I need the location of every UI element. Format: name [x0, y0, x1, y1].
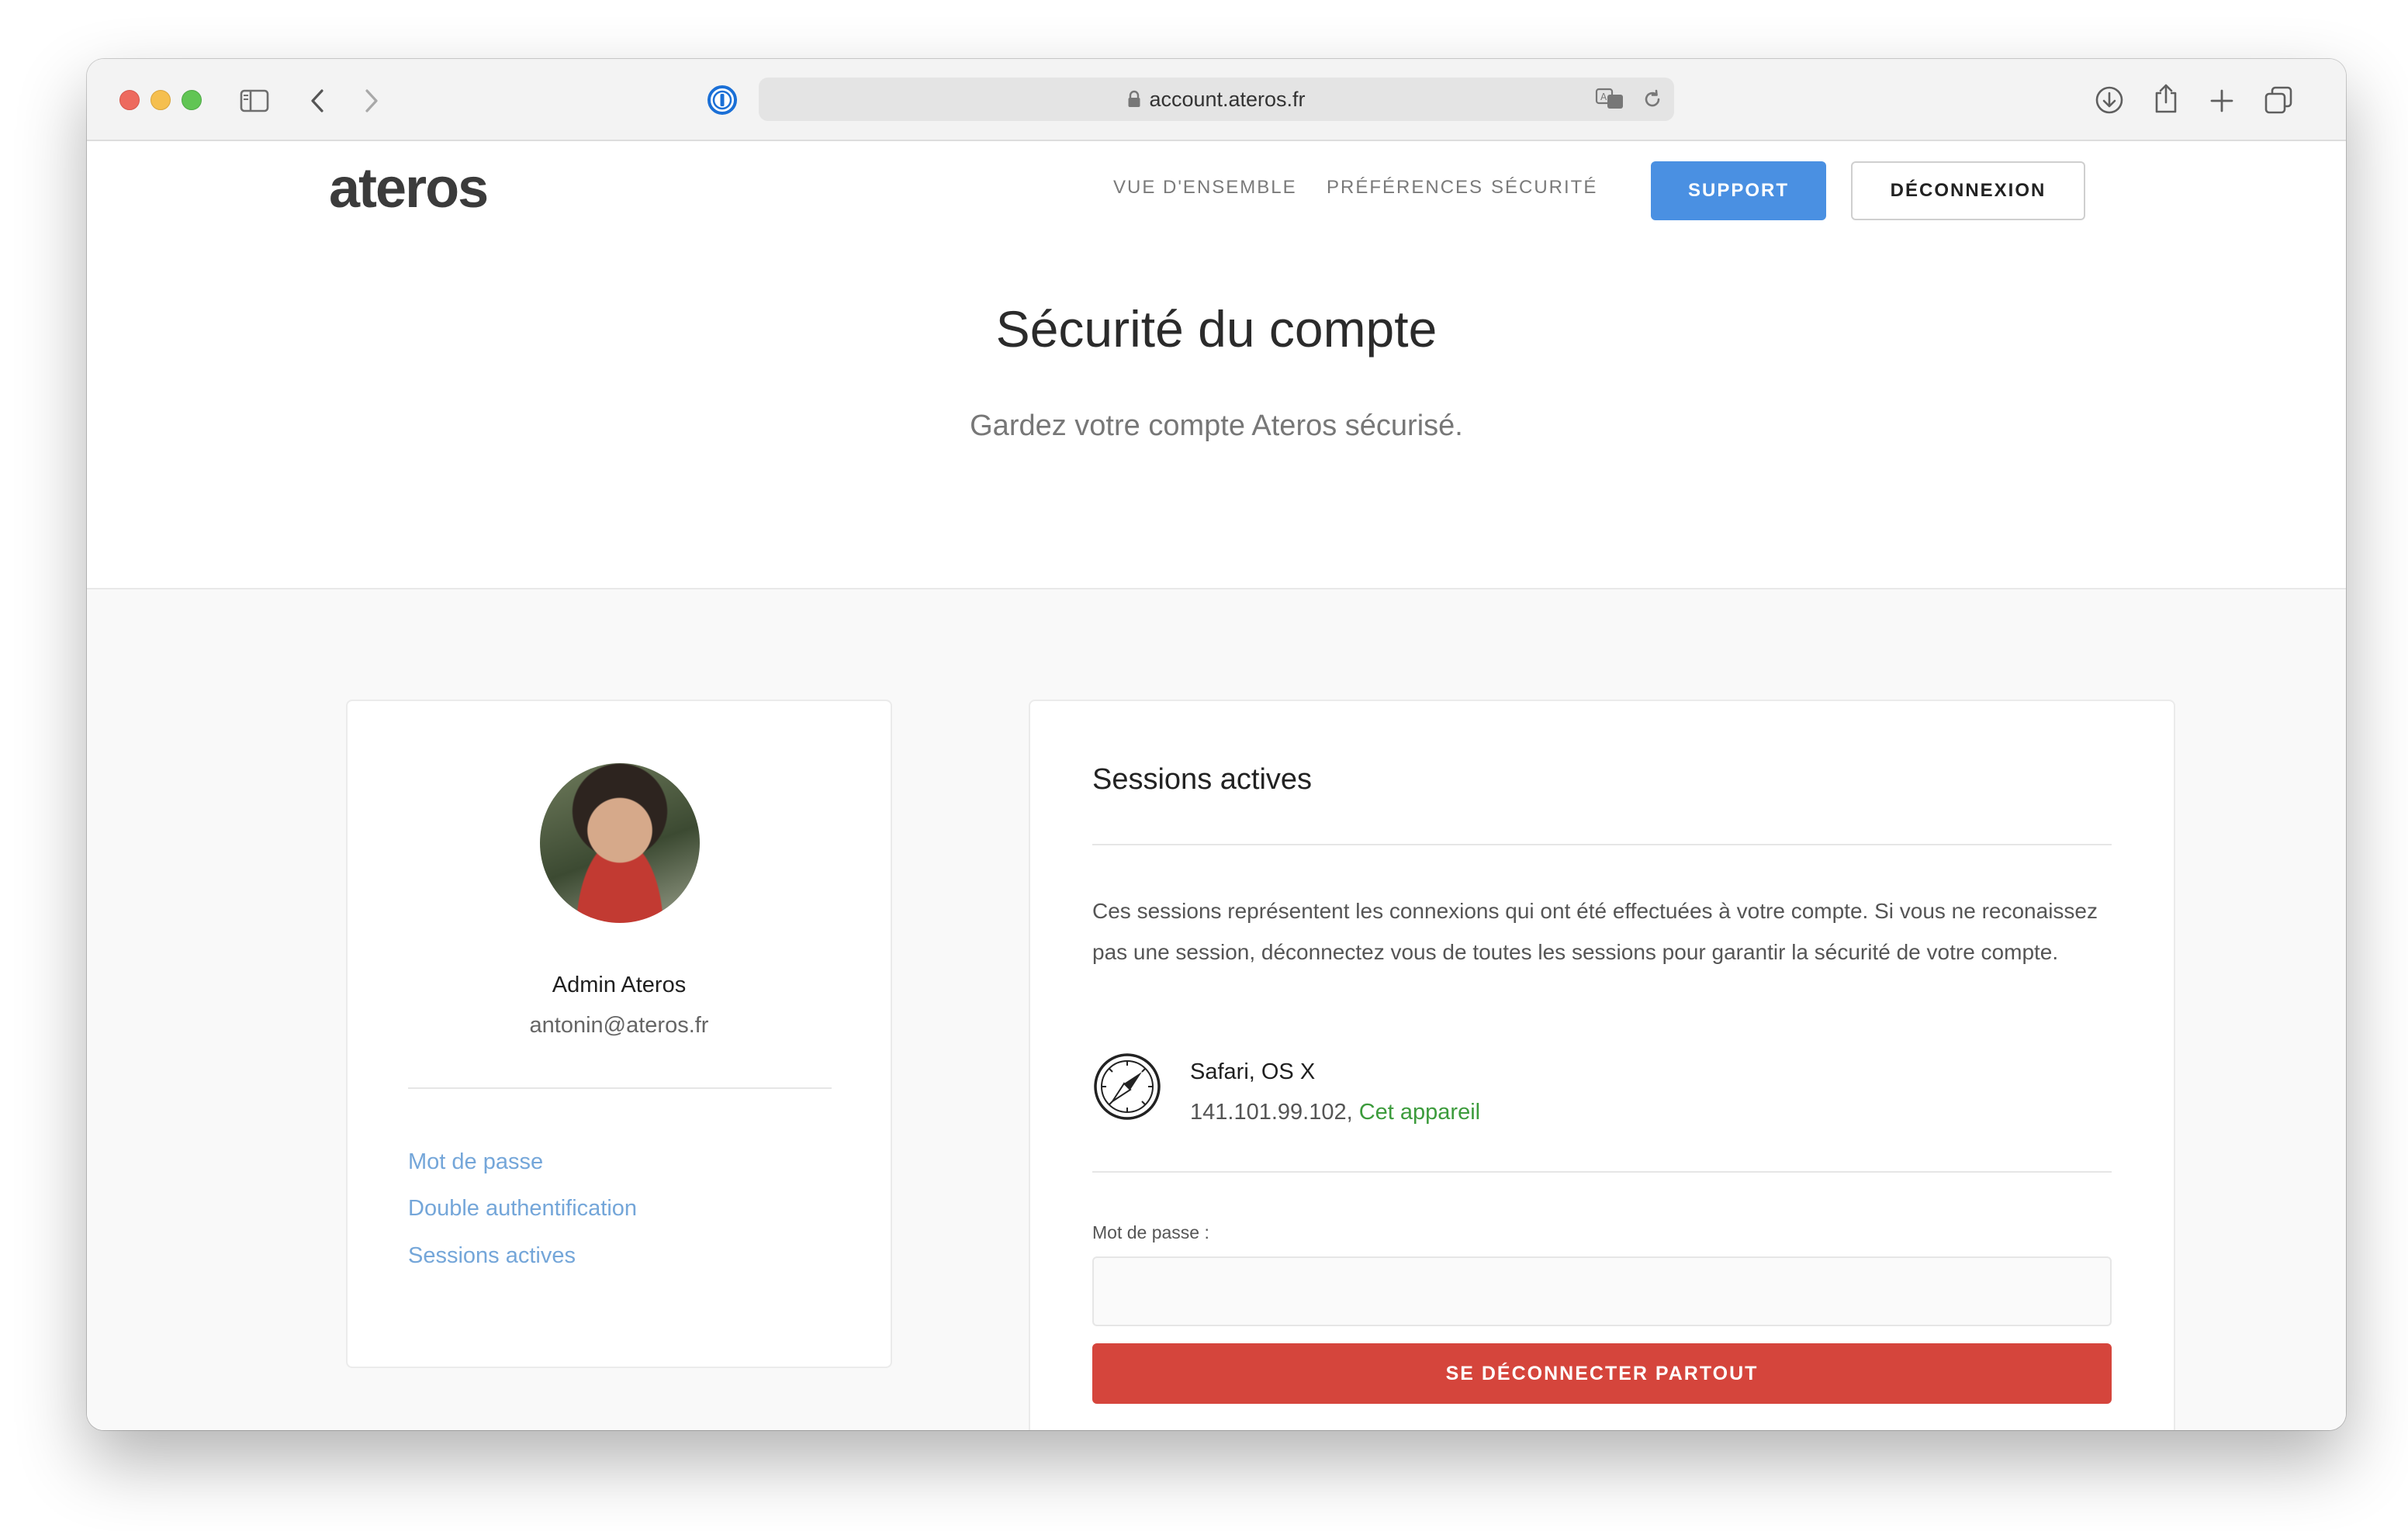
session-name: Safari, OS X	[1190, 1059, 1316, 1084]
zoom-window-button[interactable]	[182, 90, 202, 110]
forward-icon[interactable]	[360, 85, 383, 116]
avatar	[540, 763, 700, 923]
session-meta: 141.101.99.102, Cet appareil	[1190, 1100, 1480, 1125]
session-ip: 141.101.99.102,	[1190, 1100, 1353, 1125]
side-link-active-sessions[interactable]: Sessions actives	[408, 1243, 576, 1269]
logout-everywhere-button[interactable]: SE DÉCONNECTER PARTOUT	[1092, 1343, 2112, 1404]
support-button[interactable]: SUPPORT	[1651, 161, 1826, 220]
ateros-logo[interactable]: ateros	[329, 157, 489, 220]
side-link-password[interactable]: Mot de passe	[408, 1149, 543, 1175]
nav-link-security[interactable]: SÉCURITÉ	[1491, 177, 1597, 199]
nav-link-preferences[interactable]: PRÉFÉRENCES	[1327, 177, 1483, 199]
close-window-button[interactable]	[119, 90, 140, 110]
page-subtitle: Gardez votre compte Ateros sécurisé.	[970, 410, 1463, 442]
page-header: Sécurité du compte Gardez votre compte A…	[87, 230, 2346, 588]
profile-name: Admin Ateros	[552, 973, 687, 997]
web-page: ateros VUE D'ENSEMBLE PRÉFÉRENCES SÉCURI…	[87, 143, 2346, 1430]
svg-text:A: A	[1600, 92, 1607, 102]
browser-window: account.ateros.fr A ateros VUE D'ENSEMBL…	[87, 59, 2346, 1430]
divider	[1092, 844, 2112, 845]
sessions-title: Sessions actives	[1092, 763, 1313, 796]
side-link-two-factor[interactable]: Double authentification	[408, 1196, 637, 1222]
sessions-description: Ces sessions représentent les connexions…	[1092, 899, 2098, 964]
divider	[1092, 1171, 2112, 1173]
sidebar-toggle-icon[interactable]	[239, 85, 270, 116]
logout-button[interactable]: DÉCONNEXION	[1851, 161, 2085, 220]
address-bar[interactable]: account.ateros.fr A	[759, 78, 1674, 121]
top-navigation: ateros VUE D'ENSEMBLE PRÉFÉRENCES SÉCURI…	[87, 143, 2346, 230]
safari-compass-icon	[1092, 1052, 1162, 1121]
downloads-icon[interactable]	[2093, 84, 2126, 116]
url-text: account.ateros.fr	[1149, 87, 1306, 111]
password-manager-icon[interactable]	[706, 84, 739, 116]
profile-email: antonin@ateros.fr	[529, 1013, 709, 1038]
current-device-label: Cet appareil	[1358, 1100, 1481, 1125]
password-field[interactable]	[1092, 1256, 2112, 1326]
reload-icon[interactable]	[1642, 88, 1663, 110]
password-label: Mot de passe :	[1092, 1222, 1209, 1242]
profile-card: Admin Ateros antonin@ateros.fr Mot de pa…	[346, 700, 892, 1368]
sessions-card: Sessions actives Ces sessions représente…	[1029, 700, 2175, 1430]
minimize-window-button[interactable]	[150, 90, 171, 110]
divider	[408, 1087, 832, 1089]
nav-link-overview[interactable]: VUE D'ENSEMBLE	[1113, 177, 1297, 199]
main-content: Admin Ateros antonin@ateros.fr Mot de pa…	[87, 588, 2346, 1430]
back-icon[interactable]	[306, 85, 329, 116]
new-tab-icon[interactable]	[2206, 85, 2237, 116]
page-title: Sécurité du compte	[995, 300, 1438, 358]
browser-toolbar: account.ateros.fr A	[87, 59, 2346, 141]
translate-icon[interactable]: A	[1595, 87, 1624, 110]
lock-icon	[1127, 90, 1141, 109]
share-icon[interactable]	[2150, 81, 2181, 116]
tab-overview-icon[interactable]	[2262, 84, 2295, 116]
